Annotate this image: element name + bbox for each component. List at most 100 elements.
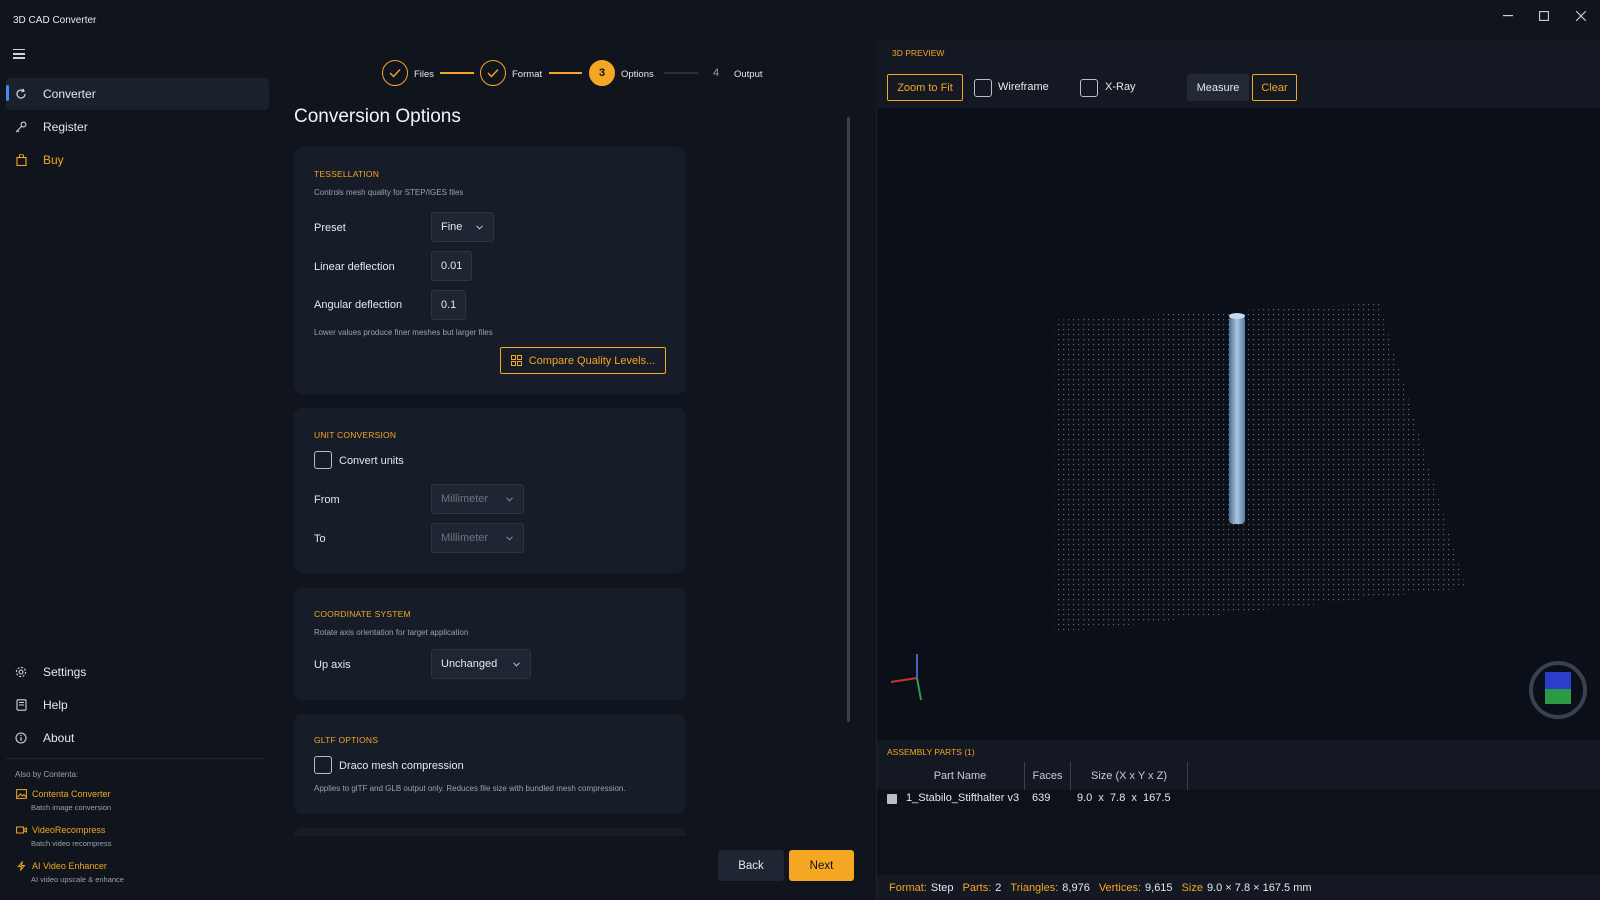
preset-value: Fine [441,221,463,233]
sidebar-item-help[interactable]: Help [6,689,269,721]
part-name-cell[interactable]: 1_Stabilo_Stifthalter v3 [906,792,1019,804]
close-icon[interactable] [1566,5,1596,27]
status-triangles-value: 8,976 [1062,881,1090,894]
sidebar-item-register[interactable]: Register [6,111,269,143]
sidebar-item-label: Buy [43,153,64,167]
to-unit-value: Millimeter [441,532,489,544]
step-connector [664,72,698,74]
section-title: COORDINATE SYSTEM [314,609,411,619]
step-connector [549,72,582,74]
to-unit-select[interactable]: Millimeter [431,523,524,553]
status-parts-label: Parts: [962,881,992,894]
sidebar-item-settings[interactable]: Settings [6,656,269,688]
chevron-down-icon [476,224,483,230]
to-label: To [314,533,326,545]
section-hint: Controls mesh quality for STEP/IGES file… [314,188,464,197]
hamburger-menu-icon[interactable] [13,49,25,59]
sidebar-item-converter[interactable]: Converter [6,78,269,110]
convert-units-checkbox[interactable] [314,451,332,469]
next-button[interactable]: Next [789,850,854,881]
xray-checkbox[interactable] [1080,79,1098,97]
base-plate-mesh [1054,303,1466,633]
xray-label: X-Ray [1105,81,1136,93]
preset-select[interactable]: Fine [431,212,494,242]
refresh-icon [14,87,28,101]
from-unit-value: Millimeter [441,493,489,505]
step-format-check [480,60,506,86]
key-icon [14,120,28,134]
from-unit-select[interactable]: Millimeter [431,484,524,514]
promo-subtitle: Batch image conversion [31,803,112,812]
sidebar-item-about[interactable]: About [6,722,269,754]
column-header-size[interactable]: Size (X x Y x Z) [1071,762,1188,790]
promo-subtitle: AI video upscale & enhance [31,875,124,884]
info-icon [14,731,28,745]
maximize-icon[interactable] [1529,5,1559,27]
sidebar-item-buy[interactable]: Buy [6,144,269,176]
draco-compression-label: Draco mesh compression [339,760,464,772]
part-size-cell: 9.0 x 7.8 x 167.5 [1077,792,1171,804]
draco-compression-checkbox[interactable] [314,756,332,774]
linear-deflection-input[interactable]: 0.01 [431,251,472,281]
next-card-edge [294,828,686,836]
from-label: From [314,494,340,506]
preview-title: 3D PREVIEW [892,48,945,58]
options-scrollbar[interactable] [847,117,850,722]
view-cube [1529,661,1587,719]
app-title: 3D CAD Converter [13,15,97,26]
column-header-part-name[interactable]: Part Name [896,762,1025,790]
video-icon [16,825,27,835]
compare-quality-button[interactable]: Compare Quality Levels... [500,347,666,374]
promo-ai-video-enhancer[interactable]: AI Video Enhancer AI video upscale & enh… [16,861,124,884]
pen-holder-body [1229,316,1245,524]
wireframe-label: Wireframe [998,81,1049,93]
status-format-label: Format: [889,881,927,894]
promo-subtitle: Batch video recompress [31,839,112,848]
section-title: UNIT CONVERSION [314,430,397,440]
column-header-faces[interactable]: Faces [1025,762,1071,790]
step-output-number: 4 [712,67,720,79]
axis-gizmo [890,654,922,701]
chevron-down-icon [506,496,513,502]
step-connector [440,72,474,74]
assembly-title: ASSEMBLY PARTS (1) [887,747,975,757]
up-axis-label: Up axis [314,659,351,671]
title-bar [0,0,1600,40]
convert-units-label: Convert units [339,455,404,467]
sidebar-item-label: About [43,731,75,745]
zoom-to-fit-button[interactable]: Zoom to Fit [887,74,963,101]
status-bar: Format: Step Parts: 2 Triangles: 8,976 V… [877,875,1600,900]
linear-deflection-label: Linear deflection [314,261,395,273]
angular-deflection-input[interactable]: 0.1 [431,290,466,320]
status-vertices-label: Vertices: [1098,881,1142,894]
wireframe-checkbox[interactable] [974,79,992,97]
sidebar-item-label: Converter [43,87,96,101]
section-title: GLTF OPTIONS [314,735,379,745]
compare-quality-label: Compare Quality Levels... [528,354,656,367]
status-vertices-value: 9,615 [1145,881,1173,894]
gear-icon [14,665,28,679]
grid-icon [510,355,522,366]
measure-button[interactable]: Measure [1187,74,1249,101]
assembly-header [877,740,1600,762]
promo-videorecompress[interactable]: VideoRecompress Batch video recompress [16,825,111,848]
minimize-icon[interactable] [1493,5,1523,27]
chevron-down-icon [506,535,513,541]
status-format-value: Step [930,881,954,894]
clear-button[interactable]: Clear [1252,74,1297,101]
part-visibility-checkbox[interactable] [887,794,897,804]
step-label-output: Output [734,69,763,80]
back-button[interactable]: Back [718,850,784,881]
model-render [890,303,1587,719]
status-parts-value: 2 [995,881,1002,894]
3d-viewport[interactable] [877,108,1600,740]
up-axis-select[interactable]: Unchanged [431,649,531,679]
promo-contenta-converter[interactable]: Contenta Converter Batch image conversio… [16,789,111,812]
also-by-label: Also by Contenta: [15,770,79,779]
section-hint: Applies to glTF and GLB output only. Red… [314,784,626,793]
active-indicator [6,85,9,101]
deflection-footnote: Lower values produce finer meshes but la… [314,328,493,337]
sidebar-item-label: Settings [43,665,87,679]
image-icon [16,789,27,799]
section-title: TESSELLATION [314,169,380,179]
